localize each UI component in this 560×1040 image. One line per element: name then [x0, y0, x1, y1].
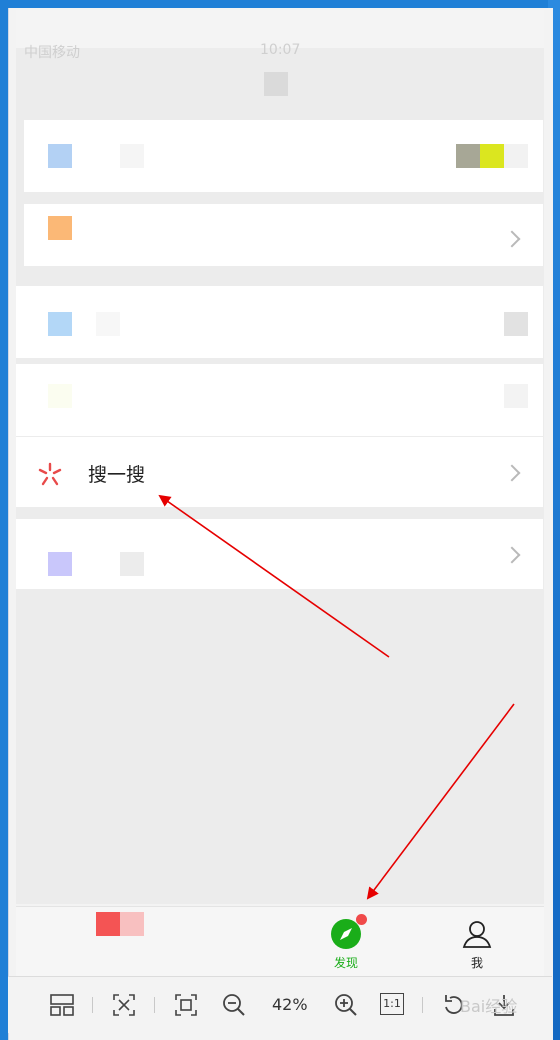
- search-row-label: 搜一搜: [88, 464, 146, 486]
- shake-icon: [48, 384, 72, 408]
- blurred-tab-icon: [96, 912, 120, 936]
- notification-dot: [356, 914, 367, 925]
- tab-me[interactable]: 我: [447, 914, 507, 972]
- blurred-badge: [504, 384, 528, 408]
- nearby-icon: [48, 552, 72, 576]
- toolbar-divider: [92, 997, 93, 1013]
- watermark-text: Bai经验: [460, 997, 518, 1016]
- toolbar-divider: [154, 997, 155, 1013]
- blurred-label: [96, 312, 120, 336]
- zoom-in-icon[interactable]: [332, 991, 360, 1019]
- actual-size-button[interactable]: 1:1: [380, 993, 404, 1015]
- tab-discover-label: 发现: [333, 956, 358, 970]
- channels-icon: [48, 216, 72, 240]
- person-icon: [462, 921, 492, 948]
- shake-row[interactable]: [16, 364, 543, 436]
- moments-icon: [48, 144, 72, 168]
- blurred-avatar: [504, 144, 528, 168]
- tab-discover[interactable]: 发现: [316, 914, 376, 972]
- blurred-label: [120, 552, 144, 576]
- blurred-label: [120, 144, 144, 168]
- zoom-level: 42%: [272, 995, 308, 1014]
- tab-me-label: 我: [470, 956, 483, 970]
- nearby-row[interactable]: [16, 519, 543, 589]
- zoom-out-icon[interactable]: [220, 991, 248, 1019]
- page-title: [264, 72, 288, 96]
- channels-row[interactable]: [24, 204, 543, 266]
- blurred-avatar: [480, 144, 504, 168]
- toolbar-divider: [422, 997, 423, 1013]
- carrier-label: 中国移动: [24, 45, 80, 61]
- status-bar: 中国移动 10:07: [16, 10, 544, 61]
- search-star-icon: [38, 462, 62, 486]
- actual-size-label: 1:1: [383, 997, 401, 1010]
- blurred-badge: [504, 312, 528, 336]
- thumbnails-icon[interactable]: [48, 991, 76, 1019]
- blurred-tab-icon: [120, 912, 144, 936]
- text-recognition-icon[interactable]: [110, 991, 138, 1019]
- viewer-toolbar: 42% 1:1 Bai经验: [8, 976, 552, 1033]
- scan-icon: [48, 312, 72, 336]
- fit-screen-icon[interactable]: [172, 991, 200, 1019]
- time-label: 10:07: [260, 42, 301, 58]
- blurred-avatar: [456, 144, 480, 168]
